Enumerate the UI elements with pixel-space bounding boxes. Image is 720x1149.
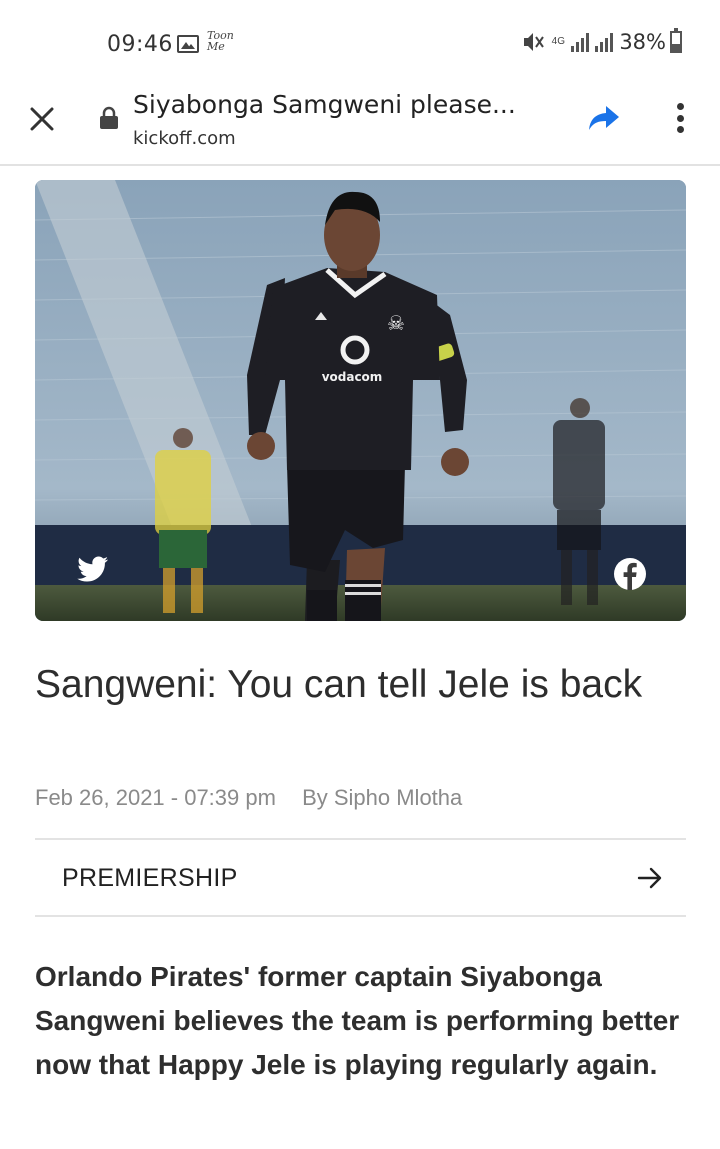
more-options-icon[interactable] [666,100,694,136]
custom-tab-toolbar: Siyabonga Samgweni please... kickoff.com [0,80,720,166]
page-title: Siyabonga Samgweni please... [133,90,516,119]
facebook-icon[interactable] [613,557,647,591]
page-domain: kickoff.com [133,128,236,149]
twitter-icon[interactable] [77,556,109,584]
category-label: PREMIERSHIP [62,864,238,892]
svg-text:☠: ☠ [387,311,405,335]
article-author[interactable]: By Sipho Mlotha [302,785,462,810]
battery-icon [670,28,682,53]
status-indicators: 4G 38% [521,28,682,54]
article-date: Feb 26, 2021 - 07:39 pm [35,785,276,810]
article-lead-paragraph: Orlando Pirates' former captain Siyabong… [35,961,680,1080]
category-link[interactable]: PREMIERSHIP [35,838,686,917]
hero-image: vodacom ☠ [35,180,686,621]
signal-icon [571,32,590,52]
lock-icon [100,106,118,129]
article-meta: Feb 26, 2021 - 07:39 pm By Sipho Mlotha [35,785,462,811]
arrow-right-icon [637,867,662,889]
close-icon[interactable] [26,103,58,135]
status-bar: 09:46 Toon Me 4G 38% [0,0,720,80]
player-photo: vodacom ☠ [35,180,686,621]
toonme-notification-label: Toon Me [207,29,234,53]
share-icon[interactable] [588,104,620,132]
battery-percent: 38% [619,30,666,54]
network-type-label: 4G [551,36,565,47]
gallery-icon [177,35,199,53]
vibrate-mute-icon [524,33,545,51]
article-headline: Sangweni: You can tell Jele is back [35,663,643,706]
status-time: 09:46 [107,32,173,57]
jersey-sponsor-text: vodacom [322,370,383,384]
signal-icon-2 [595,32,614,52]
